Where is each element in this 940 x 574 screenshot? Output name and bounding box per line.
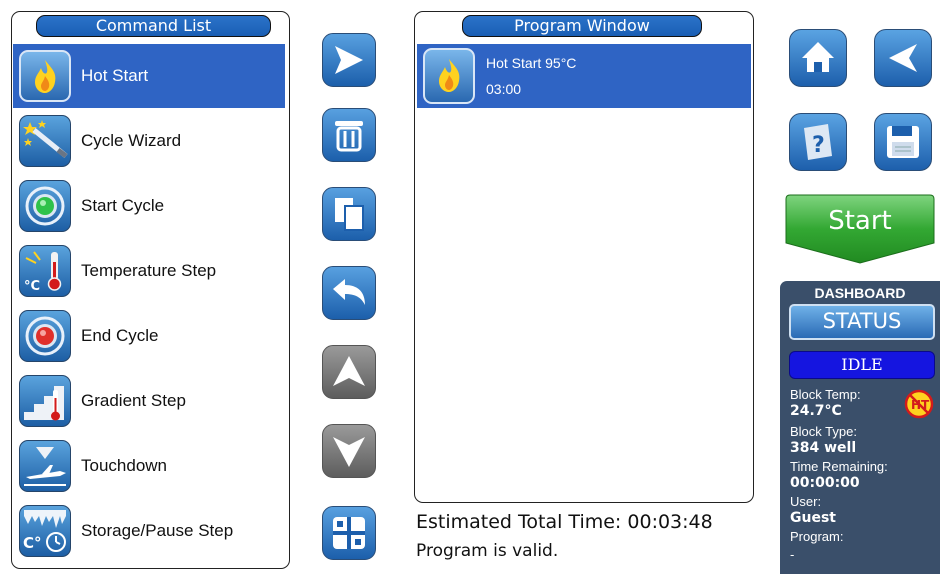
svg-text:?: ? <box>812 133 825 158</box>
command-item-label: Start Cycle <box>81 196 165 215</box>
back-icon <box>889 44 917 72</box>
estimated-time-value: 00:03:48 <box>627 511 713 533</box>
command-item-start-cycle[interactable]: Start Cycle <box>13 174 285 238</box>
move-up-icon <box>333 356 365 386</box>
command-item-label: Hot Start <box>81 66 149 85</box>
delete-button[interactable] <box>322 108 376 162</box>
flame-icon <box>19 50 71 102</box>
details-icon <box>333 517 365 549</box>
heated-lid-off-icon: HT <box>904 389 934 419</box>
command-item-label: Cycle Wizard <box>81 131 182 150</box>
program-value: - <box>790 547 795 562</box>
program-status-text: Program is valid. <box>416 541 559 561</box>
command-item-end-cycle[interactable]: End Cycle <box>13 304 285 368</box>
add-arrow-icon <box>335 46 363 74</box>
estimated-total-time: Estimated Total Time: 00:03:48 <box>416 511 713 533</box>
command-list-title: Command List <box>36 15 271 37</box>
command-item-storage-pause[interactable]: C° Storage/Pause Step <box>13 499 285 563</box>
status-button[interactable]: STATUS <box>789 304 935 340</box>
program-step-name: Hot Start 95°C <box>486 55 577 71</box>
back-button[interactable] <box>874 29 932 87</box>
thermometer-icon: °C <box>19 245 71 297</box>
svg-text:C°: C° <box>23 534 42 552</box>
command-item-cycle-wizard[interactable]: Cycle Wizard <box>13 109 285 173</box>
dashboard-title: DASHBOARD <box>814 285 906 301</box>
start-cycle-icon <box>19 180 71 232</box>
gradient-step-icon <box>19 375 71 427</box>
command-item-label: Temperature Step <box>81 261 217 280</box>
time-remaining-value: 00:00:00 <box>790 475 860 491</box>
dashboard-panel: DASHBOARD STATUS IDLE Block Temp: 24.7°C… <box>780 281 940 574</box>
svg-text:°C: °C <box>24 279 40 294</box>
start-button[interactable]: Start <box>784 193 936 265</box>
state-badge: IDLE <box>789 351 935 379</box>
undo-button[interactable] <box>322 266 376 320</box>
estimated-time-label: Estimated Total Time: <box>416 511 622 533</box>
home-button[interactable] <box>789 29 847 87</box>
touchdown-plane-icon <box>19 440 71 492</box>
home-icon <box>802 42 834 72</box>
details-button[interactable] <box>322 506 376 560</box>
time-remaining-label: Time Remaining: <box>790 459 888 474</box>
user-label: User: <box>790 494 822 509</box>
command-item-label: Gradient Step <box>81 391 186 410</box>
command-item-touchdown[interactable]: Touchdown <box>13 434 285 498</box>
command-item-label: Touchdown <box>81 456 168 475</box>
program-window-title: Program Window <box>462 15 702 37</box>
wizard-wand-icon <box>19 115 71 167</box>
save-floppy-icon <box>887 126 919 158</box>
command-item-gradient-step[interactable]: Gradient Step <box>13 369 285 433</box>
program-step-row[interactable]: Hot Start 95°C 03:00 <box>417 44 751 108</box>
add-command-button[interactable] <box>322 33 376 87</box>
copy-button[interactable] <box>322 187 376 241</box>
start-button-label: Start <box>828 206 892 236</box>
command-item-hot-start[interactable]: Hot Start <box>13 44 285 108</box>
block-type-value: 384 well <box>790 440 857 456</box>
command-item-label: End Cycle <box>81 326 159 345</box>
undo-icon <box>333 279 365 305</box>
copy-icon <box>335 198 364 231</box>
end-cycle-icon <box>19 310 71 362</box>
block-temp-label: Block Temp: <box>790 387 861 402</box>
move-down-button[interactable] <box>322 424 376 478</box>
program-label: Program: <box>790 529 844 544</box>
save-button[interactable] <box>874 113 932 171</box>
help-book-icon: ? <box>804 124 832 160</box>
block-type-label: Block Type: <box>790 424 857 439</box>
move-up-button[interactable] <box>322 345 376 399</box>
flame-icon <box>423 48 475 104</box>
user-value: Guest <box>790 510 836 526</box>
command-item-label: Storage/Pause Step <box>81 521 234 540</box>
trash-icon <box>335 121 363 152</box>
move-down-icon <box>333 437 365 467</box>
help-button[interactable]: ? <box>789 113 847 171</box>
command-item-temperature-step[interactable]: °C Temperature Step <box>13 239 285 303</box>
storage-pause-icon: C° <box>19 505 71 557</box>
program-step-time: 03:00 <box>486 81 522 97</box>
block-temp-value: 24.7°C <box>790 403 842 419</box>
